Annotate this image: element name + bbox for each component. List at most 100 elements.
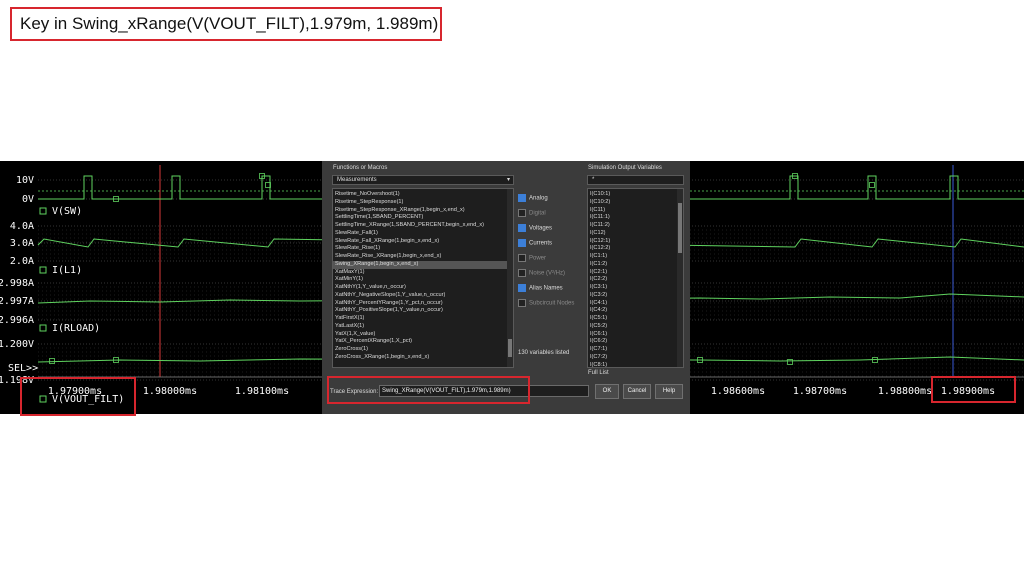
variables-list[interactable]: I(C10:1) I(C10:2) I(C11) I(C11:1) I(C11:2) I(… <box>587 188 684 368</box>
option-digital-checkbox: Digital <box>518 209 546 217</box>
x-tick-label: 1.98100ms <box>235 386 289 397</box>
function-item[interactable]: SlewRate_Fall_XRange(1,begin_x,end_x) <box>333 238 513 246</box>
full-list-label: Full List <box>588 370 609 376</box>
function-item[interactable]: SettlingTime(1,SBAND_PERCENT) <box>333 214 513 222</box>
variable-item[interactable]: I(C6:1) <box>588 331 683 339</box>
function-category-value: Measurements <box>337 177 377 183</box>
y-tick-label: 2.996A <box>0 315 34 326</box>
option-analog-checkbox[interactable]: Analog <box>518 194 548 202</box>
function-item[interactable]: SettlingTime_XRange(1,SBAND_PERCENT,begi… <box>333 222 513 230</box>
variable-item[interactable]: I(C2:1) <box>588 269 683 277</box>
variable-item[interactable]: I(C7:1) <box>588 346 683 354</box>
y-tick-label: 2.997A <box>0 296 34 307</box>
option-label: Voltages <box>529 225 553 232</box>
trace-expression-highlight <box>327 376 530 404</box>
function-item[interactable]: YatX_PercentXRange(1,X_pct) <box>333 338 513 346</box>
y-tick-label: 4.0A <box>10 221 34 232</box>
variable-item[interactable]: I(C11:2) <box>588 222 683 230</box>
function-item[interactable]: XatNthY_NegativeSlope(1,Y_value,n_occur) <box>333 292 513 300</box>
y-tick-label: 2.998A <box>0 278 34 289</box>
option-noise-v-hz-checkbox: Noise (V²/Hz) <box>518 269 565 277</box>
variable-item[interactable]: I(C11) <box>588 207 683 215</box>
function-item[interactable]: XatMaxY(1) <box>333 269 513 277</box>
function-item[interactable]: XatNthY(1,Y_value,n_occur) <box>333 284 513 292</box>
option-alias-names-checkbox[interactable]: Alias Names <box>518 284 563 292</box>
variable-item[interactable]: I(C1:2) <box>588 261 683 269</box>
variable-item[interactable]: I(C6:2) <box>588 338 683 346</box>
y-tick-label: 10V <box>16 175 34 186</box>
trace-label: I(L1) <box>52 265 82 276</box>
variable-item[interactable]: I(C3:2) <box>588 292 683 300</box>
option-voltages-checkbox[interactable]: Voltages <box>518 224 552 232</box>
functions-scrollbar[interactable] <box>507 189 513 367</box>
function-item[interactable]: Risetime_NoOvershoot(1) <box>333 191 513 199</box>
option-subcircuit-nodes-checkbox: Subcircuit Nodes <box>518 299 574 307</box>
variable-item[interactable]: I(C7:2) <box>588 354 683 362</box>
instruction-caption: Key in Swing_xRange(V(VOUT_FILT),1.979m,… <box>10 7 442 41</box>
help-button[interactable]: Help <box>655 384 683 399</box>
option-label: Alias Names <box>529 285 563 292</box>
variable-item[interactable]: I(C4:2) <box>588 307 683 315</box>
variable-item[interactable]: I(C8:1) <box>588 362 683 368</box>
function-item[interactable]: SlewRate_Fall(1) <box>333 230 513 238</box>
x-tick-label: 1.98600ms <box>711 386 765 397</box>
variable-item[interactable]: I(C5:2) <box>588 323 683 331</box>
trace-marker-icon <box>39 324 47 332</box>
checkmark-icon <box>518 194 526 202</box>
ok-button[interactable]: OK <box>595 384 619 399</box>
variable-item[interactable]: I(C3:1) <box>588 284 683 292</box>
function-category-select[interactable]: Measurements ▾ <box>332 175 514 185</box>
variable-item[interactable]: I(C10:1) <box>588 191 683 199</box>
variables-scrollbar[interactable] <box>677 189 683 367</box>
y-tick-label: 0V <box>22 194 34 205</box>
variable-item[interactable]: I(C11:1) <box>588 214 683 222</box>
checkbox-icon <box>518 269 526 277</box>
checkmark-icon <box>518 239 526 247</box>
variable-item[interactable]: I(C12) <box>588 230 683 238</box>
variables-filter-input[interactable]: * <box>587 175 684 185</box>
variable-item[interactable]: I(C2:2) <box>588 276 683 284</box>
function-item[interactable]: ZeroCross_XRange(1,begin_x,end_x) <box>333 354 513 362</box>
function-item[interactable]: YatLastX(1) <box>333 323 513 331</box>
y-tick-label: 2.0A <box>10 256 34 267</box>
variable-item[interactable]: I(C5:1) <box>588 315 683 323</box>
function-item[interactable]: Risetime_StepResponse(1) <box>333 199 513 207</box>
function-item[interactable]: Risetime_StepResponse_XRange(1,begin_x,e… <box>333 207 513 215</box>
trace-marker-icon <box>49 358 55 364</box>
trace-marker-icon <box>39 266 47 274</box>
function-item[interactable]: YatFirstX(1) <box>333 315 513 323</box>
function-item[interactable]: XatNthY_PercentYRange(1,Y_pct,n_occur) <box>333 300 513 308</box>
function-item[interactable]: SlewRate_Rise(1) <box>333 245 513 253</box>
checkmark-icon <box>518 224 526 232</box>
variable-item[interactable]: I(C12:2) <box>588 245 683 253</box>
variable-item[interactable]: I(C12:1) <box>588 238 683 246</box>
function-item[interactable]: Swing_XRange(1,begin_x,end_x) <box>333 260 513 269</box>
chevron-down-icon: ▾ <box>506 177 510 183</box>
cancel-button[interactable]: Cancel <box>623 384 651 399</box>
option-label: Digital <box>529 210 546 217</box>
end-time-highlight <box>931 376 1016 403</box>
trace-marker-icon <box>869 182 875 188</box>
function-item[interactable]: YatX(1,X_value) <box>333 331 513 339</box>
option-label: Subcircuit Nodes <box>529 300 575 307</box>
option-currents-checkbox[interactable]: Currents <box>518 239 552 247</box>
y-tick-label: 3.0A <box>10 238 34 249</box>
trace-label: I(RLOAD) <box>52 323 100 334</box>
function-item[interactable]: XatMinY(1) <box>333 276 513 284</box>
x-tick-label: 1.98700ms <box>793 386 847 397</box>
function-item[interactable]: XatNthY_PositiveSlope(1,Y_value,n_occur) <box>333 307 513 315</box>
y-tick-label: 1.200V <box>0 339 34 350</box>
functions-list[interactable]: Risetime_NoOvershoot(1) Risetime_StepResp… <box>332 188 514 368</box>
variable-item[interactable]: I(C4:1) <box>588 300 683 308</box>
option-label: Noise (V²/Hz) <box>529 270 566 277</box>
x-tick-label: 1.98000ms <box>143 386 197 397</box>
sel-label: SEL>> <box>8 363 38 374</box>
function-item[interactable]: SlewRate_Rise_XRange(1,begin_x,end_x) <box>333 253 513 261</box>
option-label: Analog <box>529 195 548 202</box>
variable-item[interactable]: I(C10:2) <box>588 199 683 207</box>
function-item[interactable]: ZeroCross(1) <box>333 346 513 354</box>
checkbox-icon <box>518 254 526 262</box>
checkbox-icon <box>518 209 526 217</box>
functions-label: Functions or Macros <box>333 165 388 171</box>
variable-item[interactable]: I(C1:1) <box>588 253 683 261</box>
